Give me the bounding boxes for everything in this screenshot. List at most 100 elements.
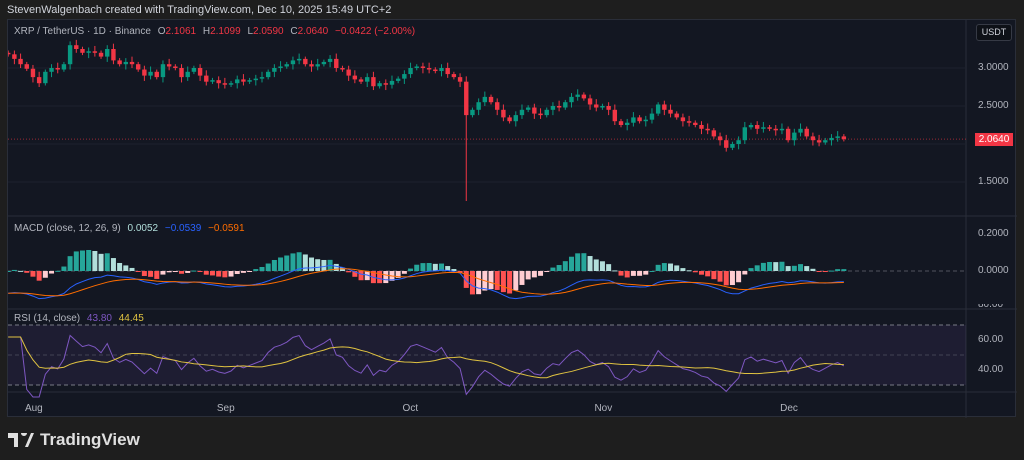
- macd-histogram-bar: [172, 271, 178, 272]
- macd-histogram-bar: [841, 269, 847, 271]
- candle-up: [377, 83, 382, 87]
- change-value: −0.0422 (−2.00%): [335, 26, 416, 37]
- time-tick-nov: Nov: [594, 403, 613, 414]
- candle-down: [754, 125, 760, 129]
- candle-up: [247, 80, 252, 82]
- macd-histogram-bar: [253, 269, 259, 271]
- candle-up: [61, 64, 67, 70]
- candle-down: [222, 83, 228, 85]
- macd-histogram-bar: [816, 271, 822, 272]
- candle-up: [823, 140, 828, 143]
- macd-histogram-bar: [166, 271, 172, 273]
- candle-up: [414, 66, 419, 68]
- macd-histogram-bar: [86, 249, 92, 271]
- macd-histogram-bar: [736, 271, 742, 283]
- macd-histogram-bar: [717, 271, 723, 282]
- candle-up: [600, 106, 605, 108]
- macd-histogram-bar: [828, 270, 834, 272]
- macd-histogram-bar: [55, 270, 61, 272]
- macd-histogram-bar: [141, 271, 147, 276]
- candle-up: [272, 68, 277, 72]
- macd-histogram-bar: [290, 253, 296, 271]
- macd-histogram-bar: [197, 271, 203, 272]
- candle-down: [699, 125, 704, 129]
- candle-down: [674, 113, 679, 118]
- candle-up: [296, 58, 302, 61]
- candle-down: [92, 51, 98, 53]
- candle-down: [383, 83, 388, 85]
- tradingview-logo[interactable]: TradingView: [8, 430, 140, 450]
- macd-histogram-bar: [377, 271, 383, 284]
- candle-down: [816, 140, 822, 143]
- candle-up: [235, 79, 240, 84]
- candle-up: [761, 127, 766, 129]
- candle-up: [742, 127, 748, 141]
- candle-down: [538, 113, 543, 116]
- candle-up: [779, 128, 785, 131]
- candle-down: [173, 66, 178, 68]
- chart-panel[interactable]: XRP / TetherUS · 1D · Binance O2.1061 H2…: [7, 19, 1017, 418]
- candle-up: [476, 102, 481, 110]
- macd-histogram-bar: [593, 259, 599, 271]
- macd-histogram-bar: [513, 271, 519, 291]
- chart-canvas[interactable]: [8, 20, 1017, 418]
- macd-histogram-bar: [61, 266, 67, 271]
- macd-histogram-bar: [30, 271, 36, 277]
- candle-up: [253, 78, 258, 81]
- time-tick-aug: Aug: [24, 403, 43, 414]
- low-value: 2.0590: [253, 26, 284, 37]
- macd-value: −0.0539: [164, 223, 202, 234]
- macd-histogram-bar: [333, 263, 339, 271]
- candle-down: [587, 98, 593, 105]
- macd-histogram-bar: [519, 271, 525, 285]
- candle-up: [49, 68, 54, 72]
- candle-down: [340, 68, 345, 70]
- macd-histogram-bar: [822, 271, 828, 272]
- macd-histogram-bar: [309, 257, 315, 271]
- rsi-tick: 80.00: [978, 304, 1004, 310]
- candle-down: [686, 121, 692, 123]
- macd-histogram-bar: [680, 268, 686, 271]
- macd-histogram-bar: [618, 271, 624, 276]
- macd-histogram-bar: [643, 271, 649, 275]
- macd-histogram-bar: [767, 261, 773, 271]
- candle-down: [18, 58, 23, 65]
- macd-histogram-bar: [209, 271, 215, 276]
- macd-histogram-bar: [606, 264, 612, 271]
- macd-histogram-bar: [179, 271, 185, 274]
- candle-down: [488, 96, 494, 103]
- candle-up: [278, 66, 283, 68]
- macd-histogram-bar: [240, 271, 246, 273]
- candle-up: [829, 137, 834, 141]
- candle-up: [191, 68, 197, 72]
- symbol-title: XRP / TetherUS · 1D · Binance: [14, 26, 151, 37]
- candle-up: [402, 74, 407, 79]
- candle-up: [798, 128, 803, 133]
- macd-histogram-bar: [810, 268, 816, 271]
- macd-histogram-bar: [500, 271, 506, 293]
- macd-histogram-bar: [692, 271, 698, 273]
- macd-histogram-bar: [191, 270, 197, 272]
- macd-histogram-bar: [148, 271, 154, 277]
- macd-histogram-bar: [562, 261, 568, 271]
- candle-up: [625, 122, 630, 125]
- macd-histogram-bar: [711, 271, 717, 280]
- macd-histogram-bar: [494, 271, 500, 290]
- symbol-legend: XRP / TetherUS · 1D · Binance O2.1061 H2…: [14, 26, 419, 37]
- candle-down: [767, 127, 772, 129]
- candle-down: [346, 69, 351, 76]
- candle-up: [563, 102, 568, 108]
- macd-histogram-bar: [358, 271, 364, 281]
- macd-histogram-bar: [804, 266, 810, 271]
- candle-up: [148, 71, 153, 76]
- time-tick-dec: Dec: [780, 403, 798, 414]
- candle-up: [160, 64, 166, 78]
- candle-down: [303, 58, 308, 65]
- macd-histogram-bar: [624, 271, 630, 278]
- macd-label: MACD (close, 12, 26, 9): [14, 223, 121, 234]
- high-label: H: [202, 26, 211, 37]
- candle-up: [513, 115, 518, 122]
- macd-histogram-bar: [674, 265, 680, 271]
- currency-button[interactable]: USDT: [976, 24, 1012, 41]
- macd-histogram-bar: [315, 259, 321, 271]
